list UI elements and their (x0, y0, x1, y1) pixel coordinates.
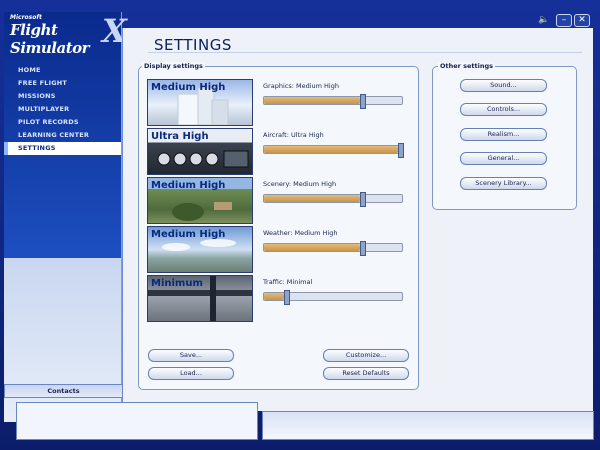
load-button[interactable]: Load... (148, 367, 234, 380)
traffic-preview-label: Minimum (151, 278, 203, 289)
logo-small: Microsoft (10, 14, 42, 21)
nav-item-free-flight[interactable]: FREE FLIGHT (4, 77, 121, 90)
sound-icon[interactable]: 🔈 (538, 15, 549, 25)
nav-item-settings[interactable]: SETTINGS (4, 142, 121, 155)
aircraft-slider-handle[interactable] (398, 143, 404, 158)
aircraft-slider[interactable] (263, 143, 404, 158)
save-button[interactable]: Save... (148, 349, 234, 362)
scenery-library-button[interactable]: Scenery Library... (460, 177, 547, 190)
scenery-setting-label: Scenery: Medium High (263, 180, 337, 188)
aircraft-setting-label: Aircraft: Ultra High (263, 131, 324, 139)
graphics-slider[interactable] (263, 94, 403, 109)
nav-item-missions[interactable]: MISSIONS (4, 90, 121, 103)
weather-slider-handle[interactable] (360, 241, 366, 256)
graphics-preview: Medium High (147, 79, 253, 126)
traffic-slider[interactable] (263, 290, 403, 305)
bottom-left-panel (16, 402, 258, 440)
nav-item-learning-center[interactable]: LEARNING CENTER (4, 129, 121, 142)
contacts-bar[interactable]: Contacts (4, 384, 123, 398)
bottom-right-panel (262, 411, 594, 440)
nav-item-home[interactable]: HOME (4, 64, 121, 77)
customize-button[interactable]: Customize... (323, 349, 409, 362)
weather-preview: Medium High (147, 226, 253, 273)
close-button[interactable]: ✕ (574, 14, 590, 27)
reset-defaults-button[interactable]: Reset Defaults (323, 367, 409, 380)
nav-item-pilot-records[interactable]: PILOT RECORDS (4, 116, 121, 129)
nav-menu: HOME FREE FLIGHT MISSIONS MULTIPLAYER PI… (4, 64, 121, 155)
minimize-button[interactable]: – (556, 14, 572, 27)
sound-button[interactable]: Sound... (460, 79, 547, 92)
traffic-preview: Minimum (147, 275, 253, 322)
title-divider (148, 52, 582, 53)
general-button[interactable]: General... (460, 152, 547, 165)
nav-item-multiplayer[interactable]: MULTIPLAYER (4, 103, 121, 116)
scenery-slider-handle[interactable] (360, 192, 366, 207)
traffic-setting-label: Traffic: Minimal (263, 278, 313, 286)
scenery-preview: Medium High (147, 177, 253, 224)
controls-button[interactable]: Controls... (460, 103, 547, 116)
realism-button[interactable]: Realism... (460, 128, 547, 141)
weather-setting-label: Weather: Medium High (263, 229, 338, 237)
graphics-setting-label: Graphics: Medium High (263, 82, 339, 90)
scenery-slider[interactable] (263, 192, 403, 207)
display-settings-label: Display settings (142, 62, 205, 70)
graphics-slider-handle[interactable] (360, 94, 366, 109)
aircraft-preview-label: Ultra High (151, 131, 209, 142)
weather-slider[interactable] (263, 241, 403, 256)
traffic-slider-handle[interactable] (284, 290, 290, 305)
contacts-label: Contacts (47, 387, 80, 395)
weather-preview-label: Medium High (151, 229, 226, 240)
other-settings-label: Other settings (438, 62, 496, 70)
scenery-preview-label: Medium High (151, 180, 226, 191)
app-logo: Microsoft Flight Simulator X (8, 12, 138, 57)
graphics-preview-label: Medium High (151, 82, 226, 93)
aircraft-preview: Ultra High (147, 128, 253, 175)
